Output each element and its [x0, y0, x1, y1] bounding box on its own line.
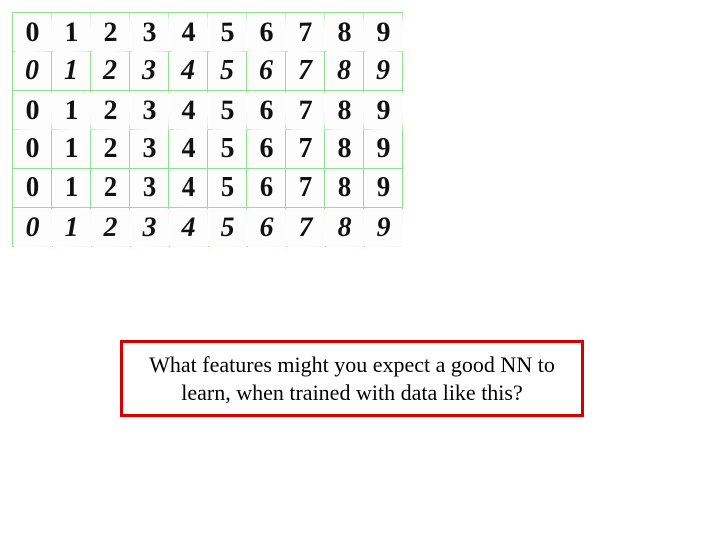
digit-cell: 5	[208, 52, 247, 91]
digit-cell: 9	[363, 207, 402, 246]
digit-cell: 2	[91, 52, 130, 91]
digit-cell: 7	[285, 90, 325, 130]
digit-row: 0 1 2 3 4 5 6 7 8 9	[13, 130, 403, 169]
digit-cell: 7	[285, 12, 325, 52]
digit-cell: 5	[207, 90, 247, 130]
question-text: What features might you expect a good NN…	[149, 352, 555, 405]
digit-cell: 4	[169, 52, 208, 91]
digit-cell: 4	[169, 130, 208, 169]
digit-cell: 0	[12, 12, 52, 52]
digit-row: 0 1 2 3 4 5 6 7 8 9	[13, 208, 403, 247]
slide: 0 1 2 3 4 5 6 7 8 9 0 1 2 3 4 5 6 7 8 9 …	[0, 0, 720, 540]
digit-cell: 5	[207, 12, 247, 52]
digit-cell: 8	[324, 207, 363, 246]
digit-cell: 8	[325, 169, 362, 208]
digit-cell: 0	[13, 169, 50, 208]
digit-cell: 5	[208, 130, 247, 169]
digit-cell: 0	[13, 52, 52, 91]
digit-cell: 8	[324, 90, 364, 130]
digit-cell: 1	[52, 130, 91, 169]
digit-cell: 3	[130, 52, 169, 91]
digit-cell: 3	[129, 12, 169, 52]
digit-cell: 0	[13, 130, 52, 169]
digit-cell: 4	[169, 169, 206, 208]
digit-cell: 9	[363, 12, 403, 52]
digit-cell: 3	[129, 207, 168, 246]
digit-row: 0 1 2 3 4 5 6 7 8 9	[13, 91, 403, 130]
digit-cell: 2	[90, 90, 130, 130]
digit-cell: 2	[91, 169, 128, 208]
digit-cell: 1	[51, 90, 91, 130]
digit-cell: 3	[130, 169, 167, 208]
digit-cell: 8	[325, 130, 364, 169]
digit-cell: 9	[364, 52, 403, 91]
digit-cell: 7	[286, 169, 323, 208]
digit-cell: 5	[208, 169, 245, 208]
digit-cell: 2	[90, 12, 130, 52]
digit-cell: 0	[12, 90, 52, 130]
digit-cell: 1	[51, 207, 90, 246]
digit-cell: 9	[363, 90, 403, 130]
digit-cell: 5	[207, 207, 246, 246]
digit-cell: 0	[12, 207, 51, 246]
digit-cell: 4	[168, 12, 208, 52]
digit-cell: 3	[129, 90, 169, 130]
digit-cell: 6	[247, 130, 286, 169]
digit-cell: 7	[286, 130, 325, 169]
digit-cell: 2	[90, 207, 129, 246]
digit-cell: 1	[52, 52, 91, 91]
digit-cell: 7	[286, 52, 325, 91]
digit-cell: 6	[247, 52, 286, 91]
digit-cell: 8	[325, 52, 364, 91]
digit-cell: 2	[91, 130, 130, 169]
digit-row: 0 1 2 3 4 5 6 7 8 9	[13, 52, 403, 91]
digit-cell: 9	[364, 169, 401, 208]
digit-row: 0 1 2 3 4 5 6 7 8 9	[13, 13, 403, 52]
digit-row: 0 1 2 3 4 5 6 7 8 9	[13, 169, 403, 208]
digit-cell: 4	[168, 207, 207, 246]
digit-cell: 6	[246, 207, 285, 246]
digit-cell: 9	[364, 130, 403, 169]
digit-cell: 4	[168, 90, 208, 130]
digit-cell: 6	[247, 169, 284, 208]
digit-cell: 3	[130, 130, 169, 169]
mnist-digit-grid: 0 1 2 3 4 5 6 7 8 9 0 1 2 3 4 5 6 7 8 9 …	[12, 12, 403, 247]
digit-cell: 1	[51, 12, 91, 52]
digit-cell: 1	[52, 169, 89, 208]
question-callout: What features might you expect a good NN…	[120, 340, 584, 417]
digit-cell: 8	[324, 12, 364, 52]
digit-cell: 6	[246, 12, 286, 52]
digit-cell: 7	[285, 207, 324, 246]
digit-cell: 6	[246, 90, 286, 130]
